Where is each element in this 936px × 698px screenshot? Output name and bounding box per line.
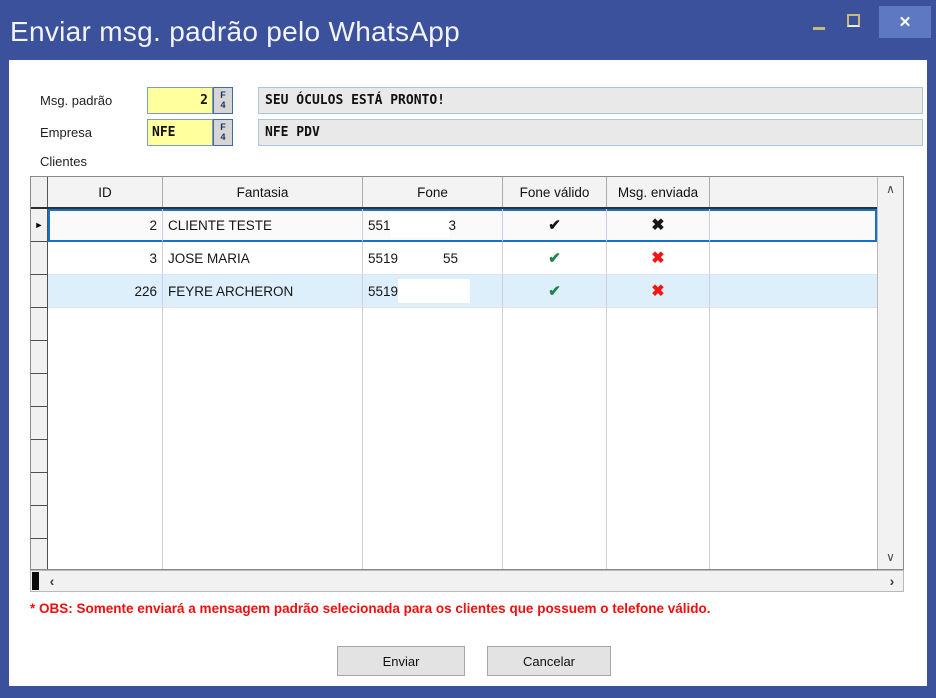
row-body: 3 JOSE MARIA 5519 55 ✔ ✖: [48, 242, 877, 275]
empresa-label: Empresa: [40, 125, 92, 140]
redaction-box: [391, 213, 449, 237]
empresa-lookup-f4-button[interactable]: F4: [213, 119, 233, 146]
maximize-button[interactable]: [840, 12, 866, 32]
fone-visible-start: 5519: [368, 284, 398, 299]
scroll-down-icon[interactable]: ∨: [878, 547, 903, 567]
minimize-button[interactable]: [806, 18, 832, 34]
fone-visible-end: 55: [443, 251, 458, 266]
enviar-button-label: Enviar: [383, 654, 420, 669]
column-header-msg-enviada[interactable]: Msg. enviada: [607, 177, 710, 207]
msg-padrao-description-field: SEU ÓCULOS ESTÁ PRONTO!: [258, 87, 923, 114]
f4-icon: F4: [218, 91, 228, 111]
scroll-left-icon[interactable]: ‹: [43, 571, 61, 591]
minimize-icon: [813, 27, 825, 30]
cell-fone: 5519: [363, 275, 503, 308]
scroll-up-icon[interactable]: ∧: [878, 179, 903, 199]
cell-fantasia: FEYRE ARCHERON: [163, 275, 363, 308]
column-header-fantasia[interactable]: Fantasia: [163, 177, 363, 207]
titlebar: Enviar msg. padrão pelo WhatsApp ✕: [0, 0, 936, 60]
cell-msg-enviada: ✖: [607, 242, 710, 275]
check-icon: ✔: [548, 216, 561, 234]
cell-fantasia: JOSE MARIA: [163, 242, 363, 275]
empty-column: [48, 308, 163, 569]
check-icon: ✔: [548, 249, 561, 267]
clientes-grid: ID Fantasia Fone Fone válido Msg. enviad…: [30, 176, 904, 570]
grid-indicator-header: [31, 177, 48, 207]
empty-column: [163, 308, 363, 569]
x-icon: ✖: [651, 215, 664, 235]
grid-empty-area: [31, 308, 877, 569]
cell-filler: [710, 275, 877, 308]
msg-padrao-lookup-f4-button[interactable]: F4: [213, 87, 233, 114]
f4-icon: F4: [218, 123, 228, 143]
cell-id: 3: [48, 242, 163, 275]
cell-fone-valido: ✔: [503, 242, 607, 275]
column-header-fone-valido[interactable]: Fone válido: [503, 177, 607, 207]
column-header-filler: [710, 177, 877, 207]
close-button[interactable]: ✕: [879, 6, 931, 38]
redaction-box: [398, 246, 443, 270]
current-row-arrow-icon: ►: [35, 220, 44, 230]
enviar-button[interactable]: Enviar: [337, 646, 465, 676]
x-icon: ✖: [651, 248, 664, 268]
scrollbar-thumb[interactable]: [32, 572, 39, 590]
cell-fantasia: CLIENTE TESTE: [163, 209, 363, 242]
fone-visible-start: 551: [368, 218, 391, 233]
cell-filler: [710, 242, 877, 275]
cell-fone: 5519 55: [363, 242, 503, 275]
empty-column: [607, 308, 710, 569]
x-icon: ✖: [651, 281, 664, 301]
empresa-value: NFE: [152, 125, 175, 140]
clientes-section-label: Clientes: [40, 154, 87, 169]
window-title: Enviar msg. padrão pelo WhatsApp: [10, 16, 460, 48]
cell-msg-enviada: ✖: [607, 209, 710, 242]
vertical-scrollbar[interactable]: ∧ ∨: [877, 177, 903, 569]
cell-filler: [710, 209, 877, 242]
column-header-fone[interactable]: Fone: [363, 177, 503, 207]
row-body: 226 FEYRE ARCHERON 5519 ✔ ✖: [48, 275, 877, 308]
cell-id: 2: [48, 209, 163, 242]
cell-fone-valido: ✔: [503, 275, 607, 308]
empty-column: [503, 308, 607, 569]
fone-visible-end: 3: [449, 218, 457, 233]
grid-header-row: ID Fantasia Fone Fone válido Msg. enviad…: [31, 177, 877, 209]
dialog-window: Enviar msg. padrão pelo WhatsApp ✕ Msg. …: [0, 0, 936, 698]
horizontal-scrollbar[interactable]: ‹ ›: [30, 570, 904, 592]
cell-msg-enviada: ✖: [607, 275, 710, 308]
cell-fone-valido: ✔: [503, 209, 607, 242]
column-header-id[interactable]: ID: [48, 177, 163, 207]
cancelar-button-label: Cancelar: [523, 654, 575, 669]
cell-fone: 551 3: [363, 209, 503, 242]
cell-id: 226: [48, 275, 163, 308]
row-indicator-cell: [31, 242, 48, 275]
check-icon: ✔: [548, 282, 561, 300]
row-indicator-cell: ►: [31, 209, 48, 242]
cancelar-button[interactable]: Cancelar: [487, 646, 611, 676]
empresa-description: NFE PDV: [265, 125, 320, 140]
scroll-right-icon[interactable]: ›: [883, 571, 901, 591]
dialog-content: Msg. padrão 2 F4 SEU ÓCULOS ESTÁ PRONTO!…: [9, 60, 927, 686]
row-body: 2 CLIENTE TESTE 551 3 ✔ ✖: [48, 209, 877, 242]
empresa-description-field: NFE PDV: [258, 119, 923, 146]
empty-column: [363, 308, 503, 569]
maximize-icon: [847, 14, 860, 27]
row-indicator-strip: [31, 308, 48, 569]
empresa-input[interactable]: NFE: [147, 119, 213, 146]
msg-padrao-label: Msg. padrão: [40, 93, 112, 108]
msg-padrao-value: 2: [200, 93, 208, 108]
obs-note: * OBS: Somente enviará a mensagem padrão…: [30, 601, 910, 616]
table-row[interactable]: 226 FEYRE ARCHERON 5519 ✔ ✖: [31, 275, 877, 308]
msg-padrao-input[interactable]: 2: [147, 87, 213, 114]
redaction-box: [398, 279, 470, 303]
msg-padrao-description: SEU ÓCULOS ESTÁ PRONTO!: [265, 93, 445, 108]
table-row[interactable]: ► 2 CLIENTE TESTE 551 3 ✔ ✖: [31, 209, 877, 242]
fone-visible-start: 5519: [368, 251, 398, 266]
empty-column: [710, 308, 877, 569]
close-icon: ✕: [899, 13, 912, 31]
table-row[interactable]: 3 JOSE MARIA 5519 55 ✔ ✖: [31, 242, 877, 275]
row-indicator-cell: [31, 275, 48, 308]
